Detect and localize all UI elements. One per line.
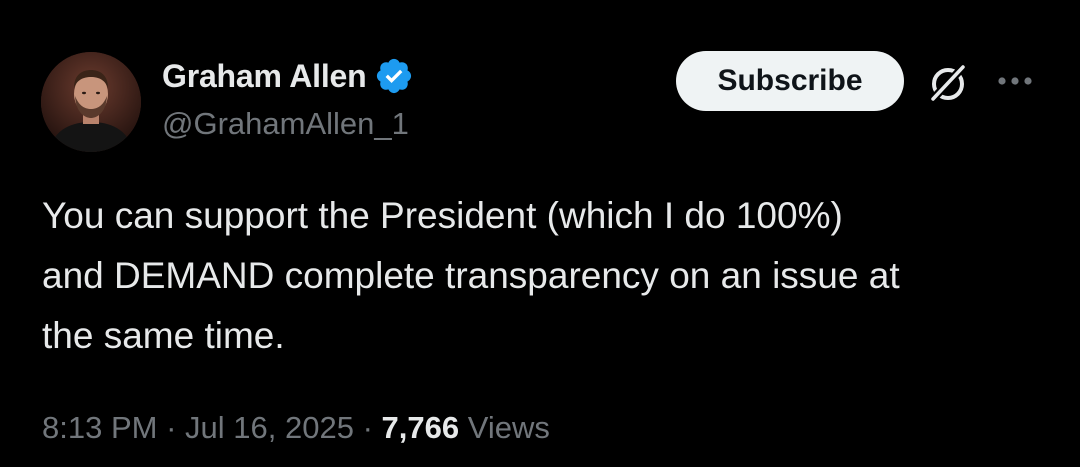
tweet-text: You can support the President (which I d… (42, 195, 900, 356)
meta-separator: · (166, 410, 177, 445)
tweet: Graham Allen @GrahamAllen_1 Subscribe Yo… (0, 0, 1080, 467)
avatar[interactable] (41, 52, 141, 152)
subscribe-button[interactable]: Subscribe (676, 51, 904, 111)
avatar-image (41, 52, 141, 152)
tweet-time[interactable]: 8:13 PM (42, 410, 157, 445)
author-handle[interactable]: @GrahamAllen_1 (162, 106, 409, 142)
tweet-date[interactable]: Jul 16, 2025 (185, 410, 354, 445)
grok-icon[interactable] (924, 58, 972, 106)
views-label[interactable]: Views (468, 410, 550, 445)
author-name-row: Graham Allen (162, 56, 414, 96)
verified-badge-icon[interactable] (374, 56, 414, 96)
views-count[interactable]: 7,766 (382, 410, 460, 445)
tweet-meta: 8:13 PM · Jul 16, 2025 · 7,766 Views (42, 410, 550, 446)
author-display-name[interactable]: Graham Allen (162, 58, 367, 95)
meta-separator: · (362, 410, 373, 445)
more-options-icon[interactable] (993, 66, 1037, 96)
